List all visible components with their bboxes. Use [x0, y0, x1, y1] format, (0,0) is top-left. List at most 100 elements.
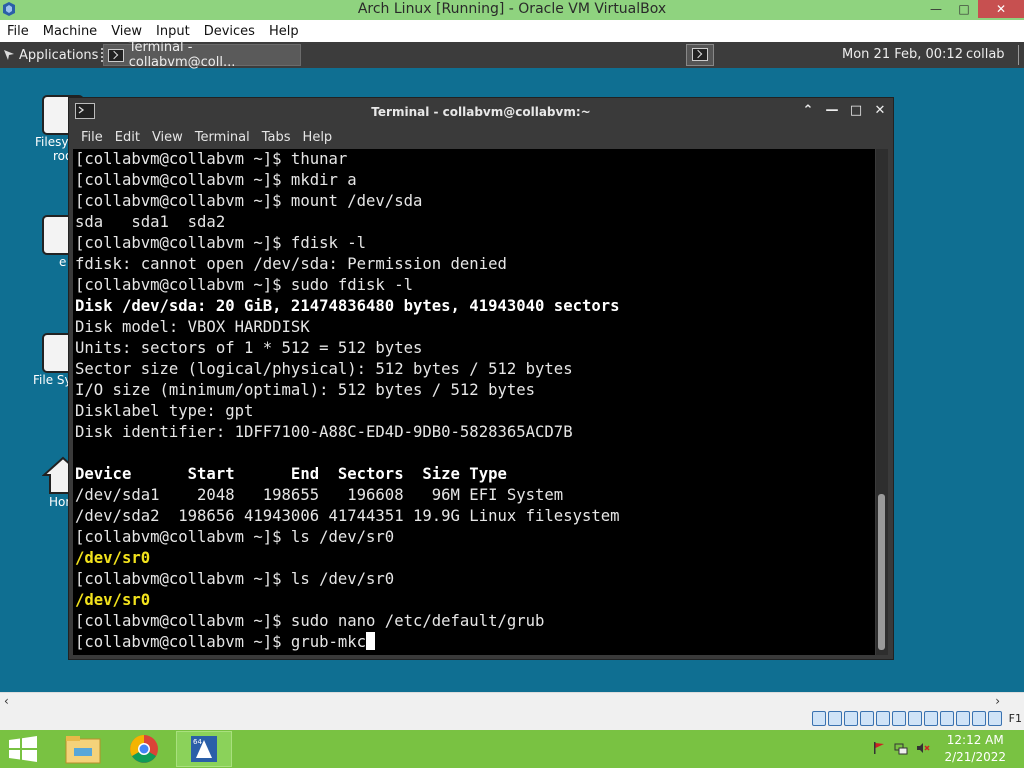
folder-icon	[65, 736, 101, 764]
terminal-scrollbar-thumb[interactable]	[878, 494, 885, 650]
task-label: Terminal - collabvm@coll...	[128, 40, 236, 70]
terminal-menubar: File Edit View Terminal Tabs Help	[69, 126, 893, 148]
terminal-line: sda sda1 sda2	[75, 213, 226, 231]
file-explorer-taskbar-button[interactable]	[56, 731, 112, 767]
terminal-line: [collabvm@collabvm ~]$ sudo fdisk -l	[75, 276, 413, 294]
terminal-window: Terminal - collabvm@collabvm:~ ⌃ — □ ✕ F…	[68, 97, 894, 660]
taskbar-terminal-button[interactable]: Terminal - collabvm@coll...	[103, 40, 301, 70]
display-status-icon[interactable]	[908, 711, 922, 726]
terminal-titlebar[interactable]: Terminal - collabvm@collabvm:~ ⌃ — □ ✕	[69, 98, 893, 126]
guest-top-panel: Applications Terminal - collabvm@coll...…	[0, 40, 1024, 70]
terminal-line: [collabvm@collabvm ~]$ ls /dev/sr0	[75, 528, 395, 546]
taskbar-date: 2/21/2022	[944, 750, 1006, 764]
host-close-button[interactable]: ✕	[978, 0, 1024, 18]
virtualbox-icon	[2, 1, 16, 17]
terminal-line: Sector size (logical/physical): 512 byte…	[75, 360, 573, 378]
keyboard-status-icon[interactable]	[988, 711, 1002, 726]
network-status-icon[interactable]	[860, 711, 874, 726]
terminal-icon	[108, 48, 124, 62]
applications-icon	[2, 48, 16, 62]
workspace-switcher[interactable]	[686, 44, 714, 66]
panel-divider	[1018, 45, 1019, 65]
terminal-line: [collabvm@collabvm ~]$ ls /dev/sr0	[75, 570, 395, 588]
host-menubar: File Machine View Input Devices Help	[0, 20, 1024, 42]
terminal-line: Disk identifier: 1DFF7100-A88C-ED4D-9DB0…	[75, 423, 573, 441]
virtualization-status-icon[interactable]	[940, 711, 954, 726]
terminal-line: Device Start End Sectors Size Type	[75, 465, 507, 483]
terminal-line: [collabvm@collabvm ~]$ fdisk -l	[75, 234, 367, 252]
host-window-title: Arch Linux [Running] - Oracle VM Virtual…	[357, 1, 667, 17]
action-center-flag-icon[interactable]	[872, 741, 886, 755]
windows-taskbar: 64 12:12 AM 2/21/2022	[0, 730, 1024, 768]
terminal-scrollbar[interactable]	[876, 149, 888, 655]
terminal-shade-button[interactable]: ⌃	[801, 103, 815, 118]
applications-label: Applications	[19, 47, 99, 63]
terminal-menu-terminal[interactable]: Terminal	[189, 130, 256, 145]
terminal-title: Terminal - collabvm@collabvm:~	[371, 105, 591, 119]
terminal-line: [collabvm@collabvm ~]$ sudo nano /etc/de…	[75, 612, 545, 630]
usb-status-icon[interactable]	[876, 711, 890, 726]
terminal-line: Units: sectors of 1 * 512 = 512 bytes	[75, 339, 423, 357]
taskbar-clock[interactable]: 12:12 AM 2/21/2022	[944, 732, 1006, 766]
host-menu-devices[interactable]: Devices	[197, 24, 262, 39]
terminal-line: /dev/sda1 2048 198655 196608 96M EFI Sys…	[75, 486, 564, 504]
terminal-minimize-button[interactable]: —	[825, 103, 839, 118]
terminal-line: Disk model: VBOX HARDDISK	[75, 318, 310, 336]
panel-clock[interactable]: Mon 21 Feb, 00:12	[842, 42, 963, 68]
host-menu-help[interactable]: Help	[262, 24, 306, 39]
terminal-output[interactable]: [collabvm@collabvm ~]$ thunar [collabvm@c…	[73, 149, 875, 655]
terminal-line: [collabvm@collabvm ~]$ mount /dev/sda	[75, 192, 423, 210]
virtualbox-taskbar-button[interactable]: 64	[176, 731, 232, 767]
scroll-left-icon[interactable]: ‹	[4, 693, 9, 709]
terminal-line: [collabvm@collabvm ~]$ thunar	[75, 150, 348, 168]
terminal-menu-tabs[interactable]: Tabs	[256, 130, 297, 145]
chrome-taskbar-button[interactable]	[116, 731, 172, 767]
host-menu-input[interactable]: Input	[149, 24, 197, 39]
terminal-line: [collabvm@collabvm ~]$ grub-mkc	[73, 632, 875, 653]
terminal-menu-view[interactable]: View	[146, 130, 189, 145]
scroll-right-icon[interactable]: ›	[995, 693, 1000, 709]
host-menu-file[interactable]: File	[0, 24, 36, 39]
terminal-maximize-button[interactable]: □	[849, 103, 863, 118]
hard-disk-status-icon[interactable]	[812, 711, 826, 726]
network-tray-icon[interactable]	[894, 741, 908, 755]
terminal-menu-edit[interactable]: Edit	[109, 130, 146, 145]
taskbar-time: 12:12 AM	[946, 733, 1004, 747]
terminal-menu-help[interactable]: Help	[297, 130, 339, 145]
audio-status-icon[interactable]	[844, 711, 858, 726]
volume-muted-icon[interactable]	[916, 741, 930, 755]
host-horizontal-scrollbar[interactable]: ‹ ›	[0, 692, 1024, 710]
terminal-line: [collabvm@collabvm ~]$ mkdir a	[75, 171, 357, 189]
host-window-titlebar: Arch Linux [Running] - Oracle VM Virtual…	[0, 0, 1024, 20]
applications-menu-button[interactable]: Applications	[0, 42, 107, 68]
host-statusbar: F1	[0, 709, 1024, 730]
host-key-label: F1	[1008, 712, 1022, 725]
terminal-line: I/O size (minimum/optimal): 512 bytes / …	[75, 381, 536, 399]
host-restore-button[interactable]: □	[950, 0, 978, 18]
terminal-line: fdisk: cannot open /dev/sda: Permission …	[75, 255, 507, 273]
svg-text:64: 64	[193, 738, 202, 746]
system-tray	[872, 741, 930, 755]
optical-drive-status-icon[interactable]	[828, 711, 842, 726]
cpu-status-icon[interactable]	[956, 711, 970, 726]
terminal-line: /dev/sda2 198656 41943006 41744351 19.9G…	[75, 507, 620, 525]
terminal-menu-file[interactable]: File	[69, 130, 109, 145]
terminal-cursor	[366, 632, 376, 650]
virtualbox-taskbar-icon: 64	[191, 736, 217, 762]
terminal-line: Disk /dev/sda: 20 GiB, 21474836480 bytes…	[75, 297, 620, 315]
host-menu-machine[interactable]: Machine	[36, 24, 104, 39]
terminal-line: /dev/sr0	[75, 591, 151, 609]
terminal-close-button[interactable]: ✕	[873, 103, 887, 118]
shared-folders-status-icon[interactable]	[892, 711, 906, 726]
terminal-line: Disklabel type: gpt	[75, 402, 254, 420]
windows-start-button[interactable]	[8, 736, 38, 762]
chrome-icon	[130, 735, 158, 763]
terminal-line: /dev/sr0	[75, 549, 151, 567]
host-minimize-button[interactable]: —	[922, 0, 950, 18]
host-menu-view[interactable]: View	[104, 24, 149, 39]
mouse-integration-status-icon[interactable]	[972, 711, 986, 726]
recording-status-icon[interactable]	[924, 711, 938, 726]
panel-user[interactable]: collab	[966, 42, 1005, 68]
workspace-terminal-icon	[692, 48, 708, 61]
